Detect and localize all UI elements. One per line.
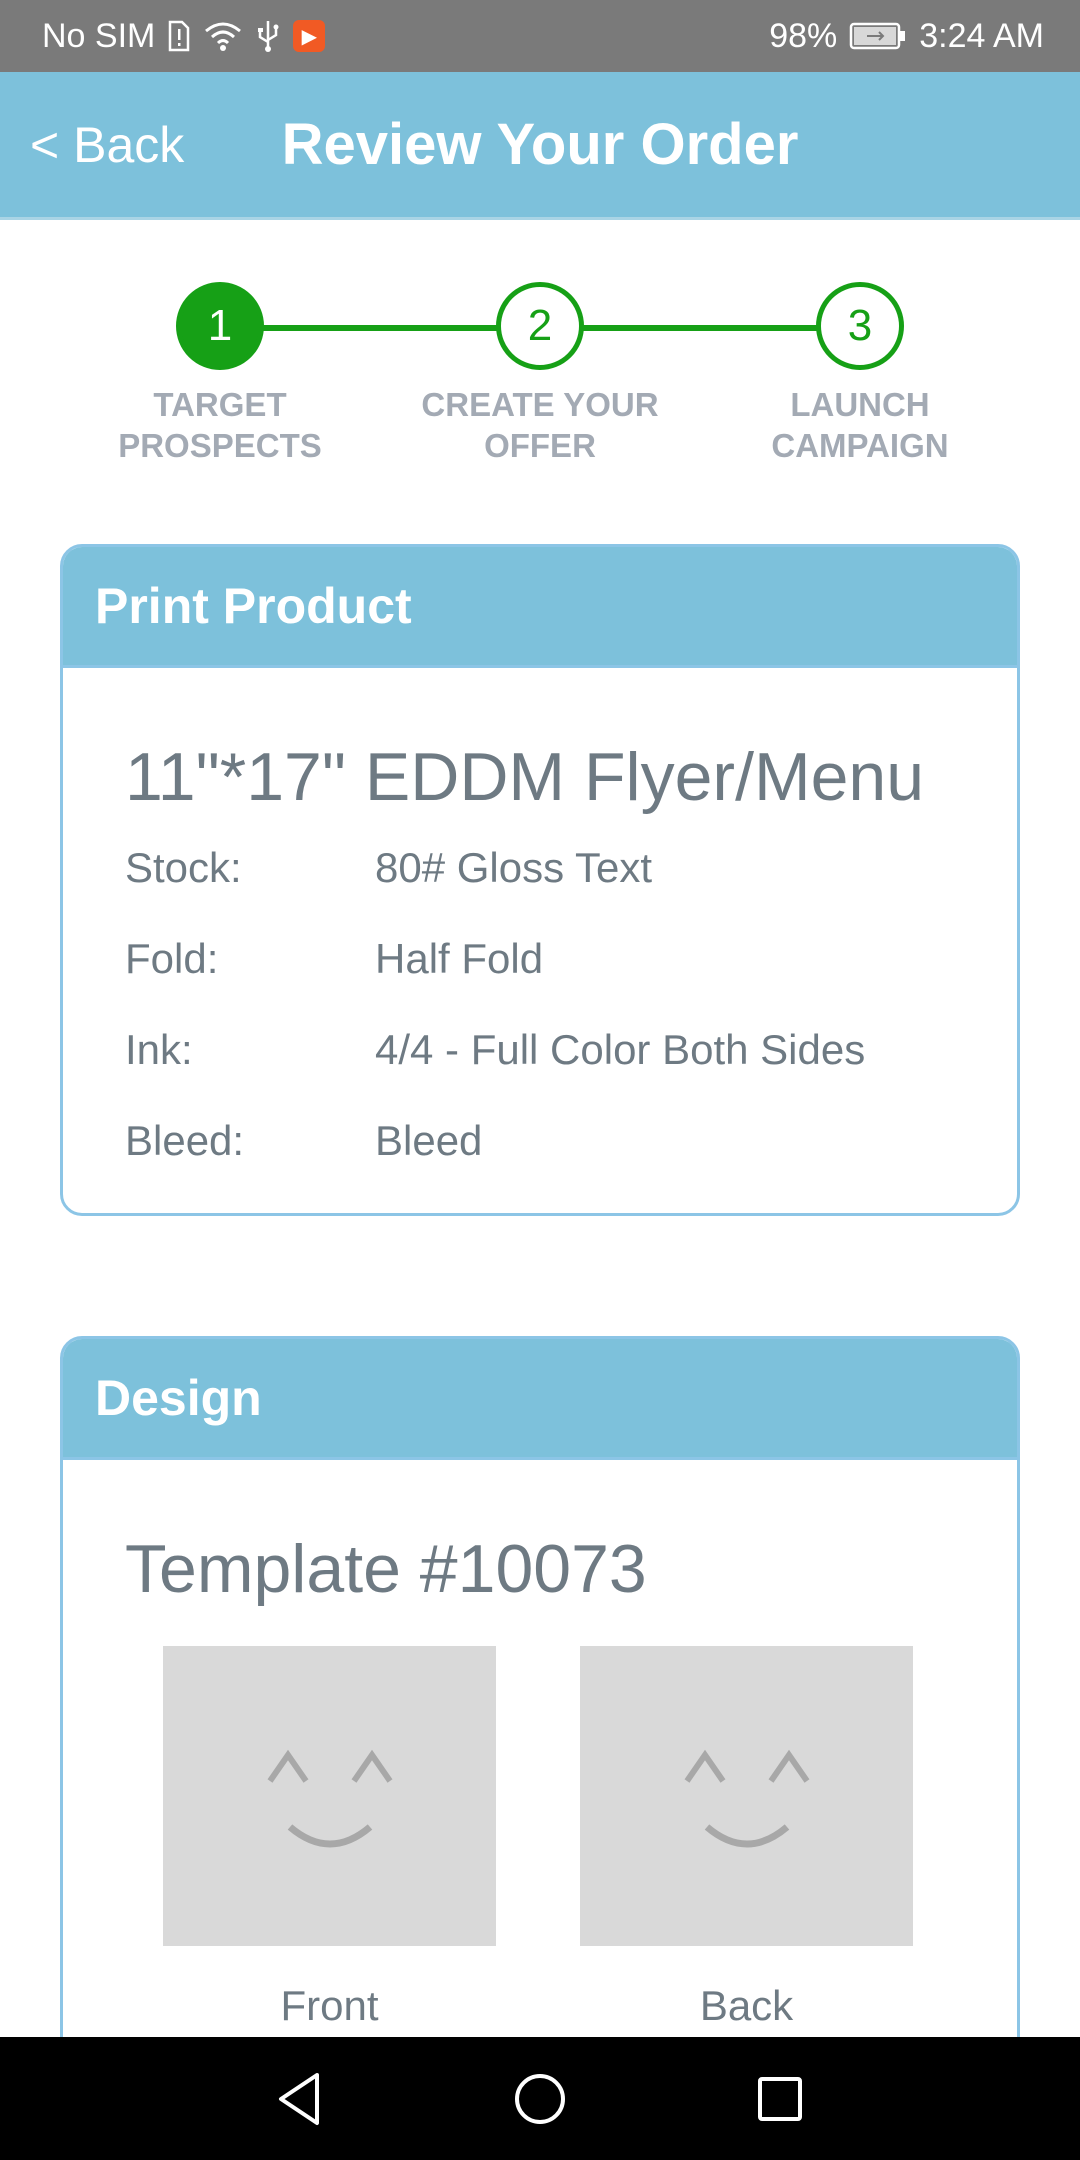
wifi-icon [203,20,243,52]
back-button[interactable]: < Back [30,72,184,217]
spec-row-stock: Stock: 80# Gloss Text [125,822,1017,913]
sim-alert-icon [167,20,191,52]
status-left: No SIM ▶ [42,16,326,56]
thumbnail-caption: Back [699,1982,794,2029]
step-number: 2 [496,282,584,370]
spec-row-bleed: Bleed: Bleed [125,1095,1017,1186]
product-title: 11"*17" EDDM Flyer/Menu [125,739,925,815]
spec-label: Fold: [125,934,219,982]
back-triangle-icon[interactable] [265,2064,335,2134]
spec-value: 4/4 - Full Color Both Sides [375,1025,866,1073]
spec-label: Ink: [125,1025,193,1073]
app-header: Review Your Order < Back [0,72,1080,220]
step-label: TARGET PROSPECTS [118,386,322,464]
spec-list: Stock: 80# Gloss Text Fold: Half Fold In… [63,822,1017,1186]
status-right: 98% 3:24 AM [769,17,1044,56]
battery-charging-icon [849,21,907,51]
design-thumbnails: Front Back [163,1646,1017,2030]
spec-label: Stock: [125,843,242,891]
placeholder-face-icon [163,1646,496,1946]
print-product-card: Print Product 11"*17" EDDM Flyer/Menu St… [60,544,1020,1216]
usb-icon [255,19,281,53]
recents-square-icon[interactable] [745,2064,815,2134]
step-launch-campaign: 3 LAUNCH CAMPAIGN [730,282,990,466]
placeholder-face-icon [580,1646,913,1946]
spec-value: Bleed [375,1116,483,1164]
step-target-prospects: 1 TARGET PROSPECTS [90,282,350,466]
spec-row-ink: Ink: 4/4 - Full Color Both Sides [125,1004,1017,1095]
carrier-text: No SIM [42,16,156,55]
front-thumbnail[interactable]: Front [163,1646,496,2030]
step-label: CREATE YOUR OFFER [421,386,659,464]
battery-percent: 98% [769,16,838,55]
status-bar: No SIM ▶ 98% 3:24 AM [0,0,1080,72]
spec-value: Half Fold [375,934,544,982]
spec-row-fold: Fold: Half Fold [125,913,1017,1004]
app-notification-icon: ▶ [293,20,326,52]
step-number: 1 [176,282,264,370]
design-card: Design Template #10073 Front Back [60,1336,1020,2096]
step-number: 3 [816,282,904,370]
home-circle-icon[interactable] [505,2064,575,2134]
template-title: Template #10073 [125,1531,647,1607]
step-label: LAUNCH CAMPAIGN [771,386,949,464]
step-create-offer: 2 CREATE YOUR OFFER [410,282,670,466]
card-header: Print Product [63,547,1017,668]
card-header: Design [63,1339,1017,1460]
system-nav-bar [0,2037,1080,2160]
thumbnail-caption: Front [280,1982,379,2029]
spec-value: 80# Gloss Text [375,843,653,891]
back-thumbnail[interactable]: Back [580,1646,913,2030]
spec-label: Bleed: [125,1116,245,1164]
clock: 3:24 AM [919,16,1044,55]
